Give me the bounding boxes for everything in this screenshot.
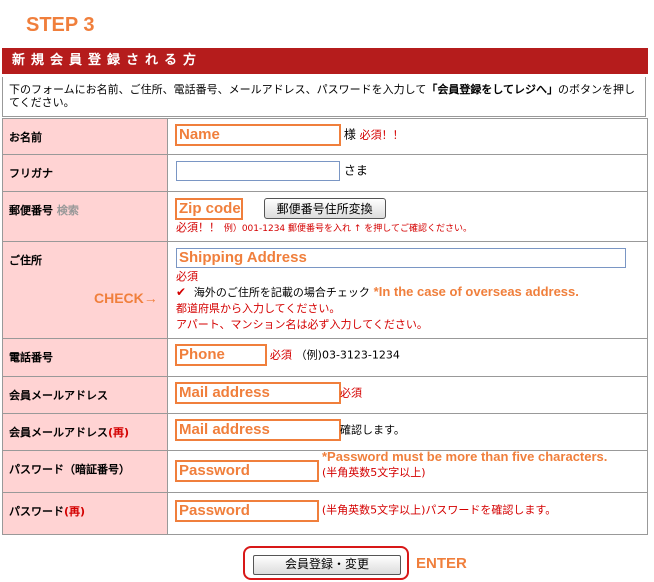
- step-label: STEP 3: [26, 14, 95, 36]
- password-confirm-label: パスワード: [9, 505, 64, 518]
- address-required: 必須: [176, 270, 198, 283]
- password-label: パスワード（暗証番号）: [2, 450, 168, 493]
- password-confirm-label-cell: パスワード(再): [2, 492, 168, 535]
- intro-part1: 下のフォームにお名前、ご住所、電話番号、メールアドレス、パスワードを入力して: [9, 83, 427, 96]
- zip-convert-button[interactable]: 郵便番号住所変換: [263, 198, 386, 219]
- submit-button[interactable]: 会員登録・変更: [253, 555, 401, 575]
- check-annotation: CHECK→: [94, 290, 158, 306]
- address-input[interactable]: Shipping Address: [176, 248, 626, 268]
- section-title: 新規会員登録される方: [12, 53, 203, 68]
- registration-form: お名前 Name 様 必須！！ フリガナ さま 郵便番号 検索 Zip code…: [2, 118, 648, 535]
- email-confirm-label: 会員メールアドレス: [9, 426, 108, 439]
- intro-text: 下のフォームにお名前、ご住所、電話番号、メールアドレス、パスワードを入力して「会…: [2, 77, 646, 117]
- password-confirm-label-suffix: (再): [64, 505, 86, 518]
- email-confirm-label-cell: 会員メールアドレス(再): [2, 413, 168, 451]
- phone-required: 必須: [269, 348, 292, 362]
- name-label: お名前: [2, 118, 168, 155]
- furigana-input[interactable]: [176, 161, 340, 181]
- address-line2: アパート、マンション名は必ず入力してください。: [176, 318, 428, 331]
- zip-label-cell: 郵便番号 検索: [2, 191, 168, 242]
- phone-input[interactable]: Phone: [175, 344, 267, 366]
- section-header: 新規会員登録される方: [2, 48, 648, 74]
- phone-example: （例)03-3123-1234: [295, 348, 400, 362]
- furigana-suffix: さま: [343, 163, 368, 178]
- password-hint: (半角英数5文字以上): [322, 466, 426, 479]
- furigana-label: フリガナ: [2, 154, 168, 192]
- email-confirm-input[interactable]: Mail address: [175, 419, 341, 441]
- phone-label: 電話番号: [2, 338, 168, 377]
- email-input[interactable]: Mail address: [175, 382, 341, 404]
- password-note: *Password must be more than five charact…: [322, 449, 608, 464]
- password-input[interactable]: Password: [175, 460, 319, 482]
- zip-input[interactable]: Zip code: [175, 197, 243, 220]
- zip-search-link[interactable]: 検索: [57, 204, 79, 217]
- password-confirm-hint: (半角英数5文字以上)パスワードを確認します。: [321, 503, 557, 517]
- zip-label: 郵便番号: [9, 204, 53, 217]
- address-line1: 都道府県から入力してください。: [176, 302, 341, 315]
- zip-hint: 例）001-1234 郵便番号を入れ ↑ を押してご確認ください。: [223, 224, 473, 234]
- overseas-checkbox[interactable]: ✔: [176, 285, 190, 299]
- intro-emphasis: 「会員登録をしてレジへ」: [426, 83, 559, 96]
- overseas-note: *In the case of overseas address.: [373, 284, 579, 299]
- email-confirm-label-suffix: (再): [108, 426, 130, 439]
- submit-highlight: 会員登録・変更: [243, 546, 409, 580]
- overseas-label: 海外のご住所を記載の場合チェック: [193, 286, 370, 299]
- email-label: 会員メールアドレス: [2, 376, 168, 414]
- name-required: 必須！！: [359, 128, 404, 142]
- zip-required: 必須！！: [176, 221, 220, 234]
- email-confirm-note: 確認します。: [340, 423, 405, 437]
- enter-annotation: ENTER: [416, 555, 467, 572]
- name-suffix: 様: [343, 127, 356, 142]
- name-input[interactable]: Name: [175, 124, 341, 146]
- password-confirm-input[interactable]: Password: [175, 500, 319, 522]
- email-required: 必須: [340, 386, 362, 400]
